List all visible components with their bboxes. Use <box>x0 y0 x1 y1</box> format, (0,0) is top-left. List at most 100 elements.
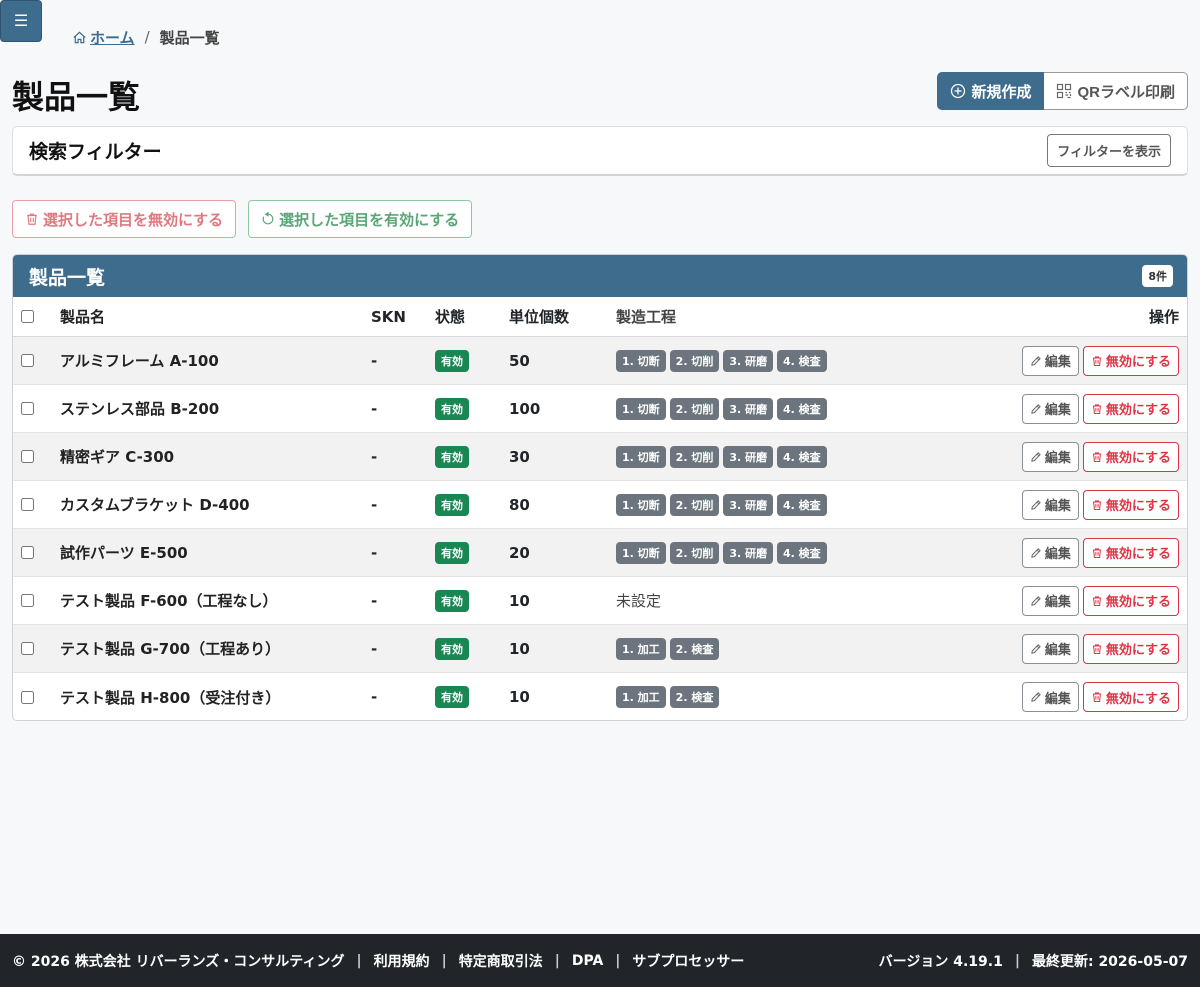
unit-quantity: 10 <box>509 639 530 658</box>
breadcrumb-home-label: ホーム <box>90 28 135 47</box>
row-actions: 編集 無効にする <box>997 393 1187 424</box>
pencil-icon <box>1031 595 1041 606</box>
top-actions: 新規作成 QRラベル印刷 <box>937 72 1188 110</box>
disable-button[interactable]: 無効にする <box>1082 441 1179 472</box>
qr-code-icon <box>1057 83 1072 99</box>
process-list: 1. 切断 2. 切削 3. 研磨 4. 検査 <box>616 445 997 468</box>
sidebar-toggle-button[interactable]: ☰ <box>0 0 42 42</box>
status-badge: 有効 <box>435 637 469 660</box>
trash-icon <box>1092 355 1101 366</box>
row-select-checkbox[interactable] <box>21 354 34 367</box>
disable-button[interactable]: 無効にする <box>1082 489 1179 520</box>
row-select-checkbox[interactable] <box>21 546 34 559</box>
unit-quantity: 80 <box>509 495 530 514</box>
edit-button[interactable]: 編集 <box>1021 537 1079 568</box>
search-filter-card: 検索フィルター フィルターを表示 <box>12 126 1188 176</box>
trash-icon <box>1092 451 1101 462</box>
edit-label: 編集 <box>1044 594 1071 609</box>
row-select-checkbox[interactable] <box>21 450 34 463</box>
row-actions: 編集 無効にする <box>997 682 1187 712</box>
new-product-button[interactable]: 新規作成 <box>937 72 1045 110</box>
disable-button[interactable]: 無効にする <box>1082 537 1179 568</box>
footer-link[interactable]: 特定商取引法 <box>459 951 543 971</box>
edit-label: 編集 <box>1044 354 1071 369</box>
process-badge: 3. 研磨 <box>723 349 774 372</box>
product-name: テスト製品 G-700（工程あり） <box>60 640 281 658</box>
process-list: 1. 切断 2. 切削 3. 研磨 4. 検査 <box>616 349 997 372</box>
plus-circle-icon <box>951 83 966 99</box>
process-badge: 1. 切断 <box>616 493 666 516</box>
footer-link[interactable]: サブプロセッサー <box>632 951 744 971</box>
footer-link[interactable]: 利用規約 <box>374 951 430 971</box>
row-select-checkbox[interactable] <box>21 498 34 511</box>
product-name: 精密ギア C-300 <box>60 448 175 466</box>
process-badge: 3. 研磨 <box>723 397 774 420</box>
table-header-row: 製品名 SKN 状態 単位個数 製造工程 操作 <box>13 297 1187 337</box>
process-badge: 2. 切削 <box>669 397 720 420</box>
bulk-actions: 選択した項目を無効にする 選択した項目を有効にする <box>12 200 473 238</box>
status-badge: 有効 <box>435 445 469 468</box>
footer-separator: | <box>1014 952 1020 969</box>
search-filter-title: 検索フィルター <box>29 141 162 163</box>
product-table-header: 製品一覧 8件 <box>13 255 1187 297</box>
row-select-checkbox[interactable] <box>21 402 34 415</box>
edit-button[interactable]: 編集 <box>1021 585 1079 616</box>
disable-button[interactable]: 無効にする <box>1082 345 1179 376</box>
disable-selected-button[interactable]: 選択した項目を無効にする <box>12 200 237 238</box>
process-badge: 3. 研磨 <box>723 445 774 468</box>
footer-separator: | <box>615 952 621 969</box>
edit-button[interactable]: 編集 <box>1021 489 1079 520</box>
status-badge: 有効 <box>435 493 469 516</box>
table-row: ステンレス部品 B-200- 有効 100 1. 切断 2. 切削 3. 研磨 4. 検査編… <box>13 385 1187 433</box>
edit-button[interactable]: 編集 <box>1021 345 1079 376</box>
footer-links: © 2026 株式会社 リバーランズ・コンサルティング | 利用規約 | 特定商取引法 |… <box>12 951 744 971</box>
row-actions: 編集 無効にする <box>997 345 1187 376</box>
product-table-card: 製品一覧 8件 製品名 SKN 状態 単位個数 製造工程 操作 アルミフレーム … <box>12 254 1188 721</box>
last-updated-text: 最終更新: 2026-05-07 <box>1031 953 1188 970</box>
qr-label-print-button[interactable]: QRラベル印刷 <box>1044 72 1188 110</box>
disable-button[interactable]: 無効にする <box>1082 393 1179 424</box>
disable-button[interactable]: 無効にする <box>1082 633 1179 664</box>
process-list: 未設定 <box>616 590 997 611</box>
footer-link[interactable]: DPA <box>572 953 603 969</box>
process-badge: 4. 検査 <box>777 349 827 372</box>
home-icon <box>73 31 86 43</box>
edit-button[interactable]: 編集 <box>1021 393 1079 424</box>
process-badge: 4. 検査 <box>777 493 827 516</box>
version-text: バージョン 4.19.1 <box>878 953 1003 970</box>
unit-quantity: 30 <box>509 447 530 466</box>
row-select-checkbox[interactable] <box>21 594 34 607</box>
row-select-checkbox[interactable] <box>21 690 34 704</box>
trash-icon <box>1092 499 1101 510</box>
product-name: カスタムブラケット D-400 <box>60 496 250 514</box>
show-filter-button[interactable]: フィルターを表示 <box>1047 134 1171 167</box>
row-actions: 編集 無効にする <box>997 489 1187 520</box>
disable-button[interactable]: 無効にする <box>1082 682 1179 712</box>
product-name: ステンレス部品 B-200 <box>60 400 220 418</box>
edit-label: 編集 <box>1044 546 1071 561</box>
edit-label: 編集 <box>1044 402 1071 417</box>
enable-selected-button[interactable]: 選択した項目を有効にする <box>248 200 473 238</box>
breadcrumb-separator: / <box>144 28 150 46</box>
column-header-unit: 単位個数 <box>509 308 570 326</box>
disable-button[interactable]: 無効にする <box>1082 585 1179 616</box>
product-skn: - <box>371 399 378 418</box>
pencil-icon <box>1031 355 1041 366</box>
pencil-icon <box>1031 547 1041 558</box>
edit-button[interactable]: 編集 <box>1021 633 1079 664</box>
process-badge: 3. 研磨 <box>723 493 774 516</box>
row-actions: 編集 無効にする <box>997 633 1187 664</box>
select-all-checkbox[interactable] <box>21 310 34 323</box>
edit-button[interactable]: 編集 <box>1021 682 1079 712</box>
breadcrumb-home-link[interactable]: ホーム <box>72 27 135 48</box>
status-badge: 有効 <box>435 541 469 564</box>
process-badge: 2. 切削 <box>669 493 720 516</box>
row-select-checkbox[interactable] <box>21 642 34 655</box>
qr-label-print-label: QRラベル印刷 <box>1077 83 1175 101</box>
row-actions: 編集 無効にする <box>997 441 1187 472</box>
disable-label: 無効にする <box>1105 498 1171 513</box>
product-skn: - <box>371 688 378 706</box>
disable-label: 無効にする <box>1105 402 1171 417</box>
footer-meta: バージョン 4.19.1 | 最終更新: 2026-05-07 <box>879 951 1188 971</box>
edit-button[interactable]: 編集 <box>1021 441 1079 472</box>
